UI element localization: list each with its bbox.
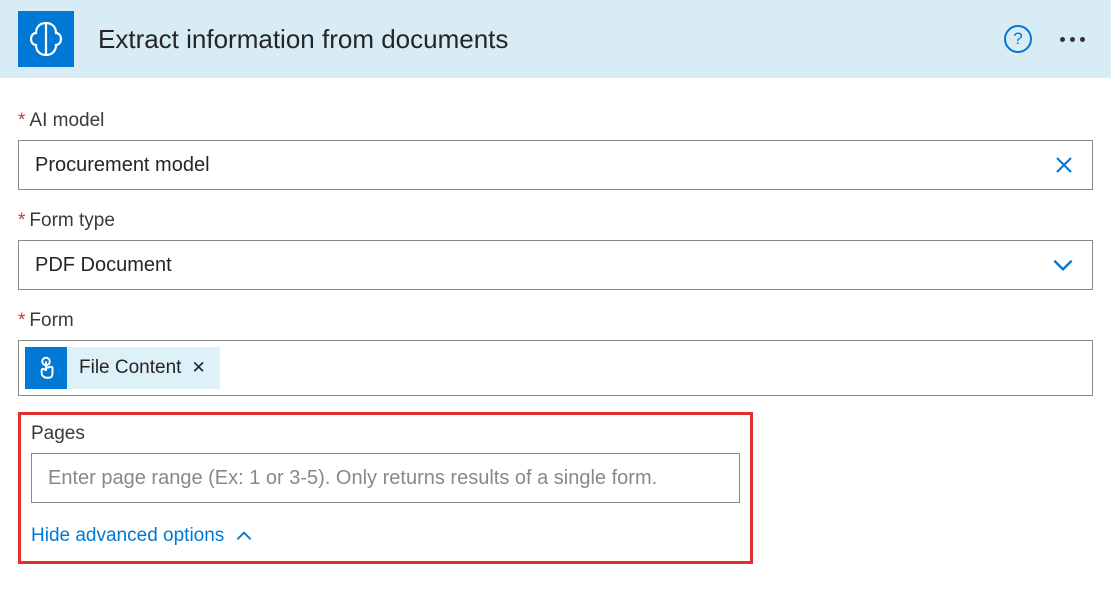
touch-icon [25, 347, 67, 389]
form-label: *Form [18, 310, 1093, 332]
pages-label: Pages [31, 423, 740, 445]
action-title: Extract information from documents [98, 24, 508, 55]
action-brain-icon [18, 11, 74, 67]
form-type-select[interactable]: PDF Document [18, 240, 1093, 290]
form-type-field: *Form type PDF Document [18, 210, 1093, 290]
form-body: *AI model Procurement model *Form type P… [0, 78, 1111, 576]
chevron-down-icon[interactable] [1050, 252, 1076, 278]
chevron-up-icon [234, 526, 254, 546]
ai-model-input[interactable]: Procurement model [18, 140, 1093, 190]
form-input[interactable]: File Content ✕ [18, 340, 1093, 396]
help-icon[interactable]: ? [1004, 25, 1032, 53]
hide-advanced-toggle[interactable]: Hide advanced options [31, 525, 740, 547]
pages-input[interactable] [31, 453, 740, 503]
action-header: Extract information from documents ? [0, 0, 1111, 78]
clear-icon[interactable] [1052, 153, 1076, 177]
form-type-value: PDF Document [35, 254, 1050, 277]
more-menu-icon[interactable] [1056, 33, 1089, 46]
pages-highlight-box: Pages Hide advanced options [18, 412, 753, 564]
file-content-token[interactable]: File Content ✕ [25, 347, 220, 389]
form-type-label: *Form type [18, 210, 1093, 232]
token-label: File Content [79, 357, 181, 379]
ai-model-label: *AI model [18, 110, 1093, 132]
token-remove-icon[interactable]: ✕ [187, 358, 209, 378]
ai-model-value: Procurement model [35, 154, 1052, 177]
ai-model-field: *AI model Procurement model [18, 110, 1093, 190]
form-field: *Form File Content ✕ [18, 310, 1093, 396]
